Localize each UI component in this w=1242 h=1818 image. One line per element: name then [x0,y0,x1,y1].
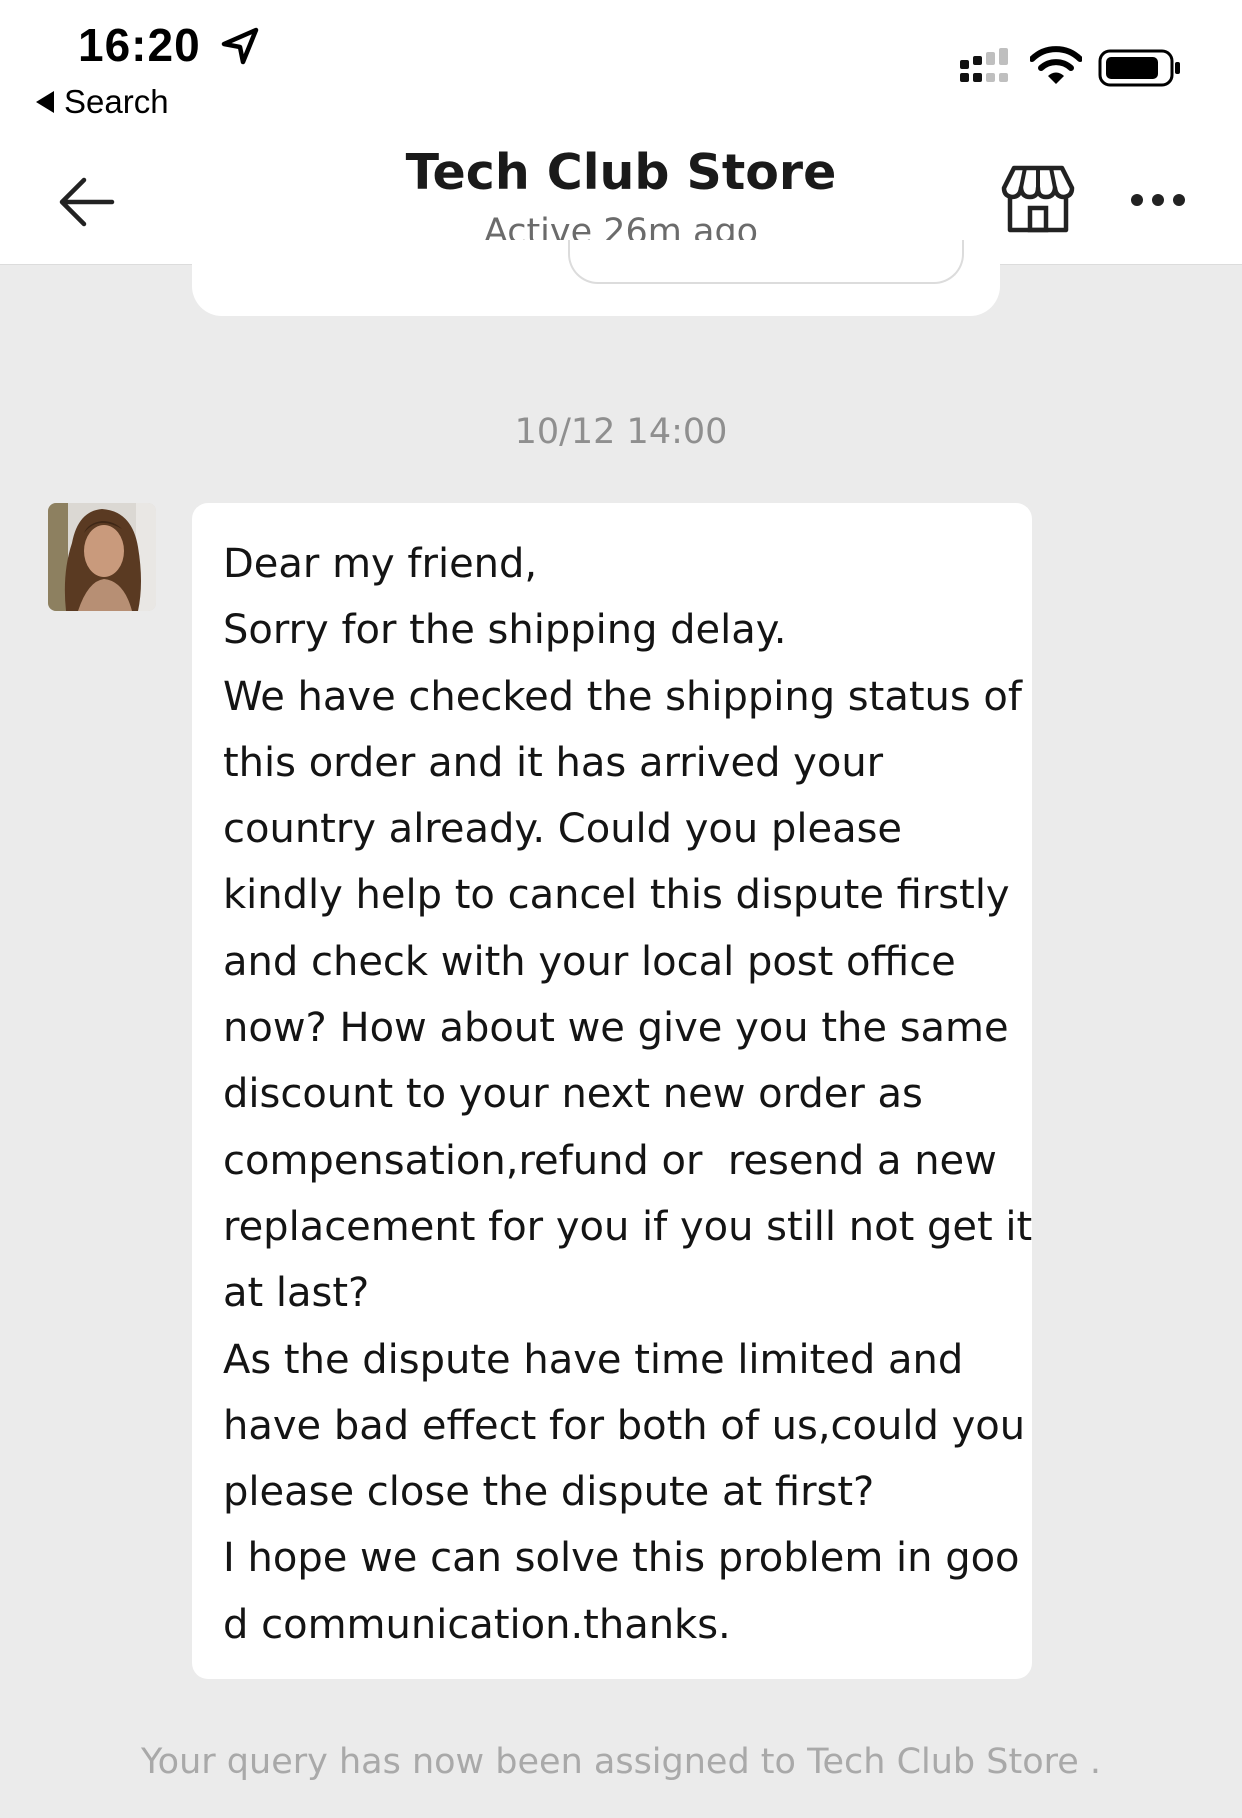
seller-avatar[interactable] [48,503,156,611]
message-line: kindly help to cancel this dispute first… [223,872,1010,919]
message-line: compensation,refund or resend a new [223,1137,997,1184]
message-line: We have checked the shipping status of [223,673,1022,720]
back-to-search-link[interactable]: Search [36,82,169,122]
message-line: please close the dispute at first? [223,1469,875,1516]
message-line: and check with your local post office [223,938,956,985]
avatar-image [48,503,156,611]
wifi-icon [1030,46,1082,84]
message-line: now? How about we give you the same [223,1005,1009,1052]
status-bar: 16:20 Search [0,0,1242,130]
message-line: replacement for you if you still not get… [223,1203,1033,1250]
system-notice: Your query has now been assigned to Tech… [140,1742,1102,1782]
store-icon[interactable] [1000,164,1076,234]
battery-icon [1098,49,1180,87]
message-timestamp: 10/12 14:00 [514,412,728,452]
back-to-search-label: Search [64,83,169,120]
message-line: I hope we can solve this problem in goo [223,1535,1020,1582]
more-options-icon[interactable] [1128,180,1188,220]
status-time: 16:20 [78,19,201,71]
message-line: As the dispute have time limited and [223,1336,964,1383]
message-bubble[interactable]: Dear my friend, Sorry for the shipping d… [192,503,1032,1679]
back-triangle-icon [36,91,54,113]
message-line: d communication.thanks. [223,1601,731,1648]
message-line: at last? [223,1270,370,1317]
message-line: discount to your next new order as [223,1071,923,1118]
message-line: Sorry for the shipping delay. [223,607,787,654]
previous-card-button[interactable] [568,240,964,284]
message-line: have bad effect for both of us,could you [223,1402,1026,1449]
message-line: this order and it has arrived your [223,739,884,786]
message-line: country already. Could you please [223,806,903,853]
location-arrow-icon [221,27,259,65]
cellular-signal-icon [960,48,1008,82]
message-line: Dear my friend, [223,541,538,587]
